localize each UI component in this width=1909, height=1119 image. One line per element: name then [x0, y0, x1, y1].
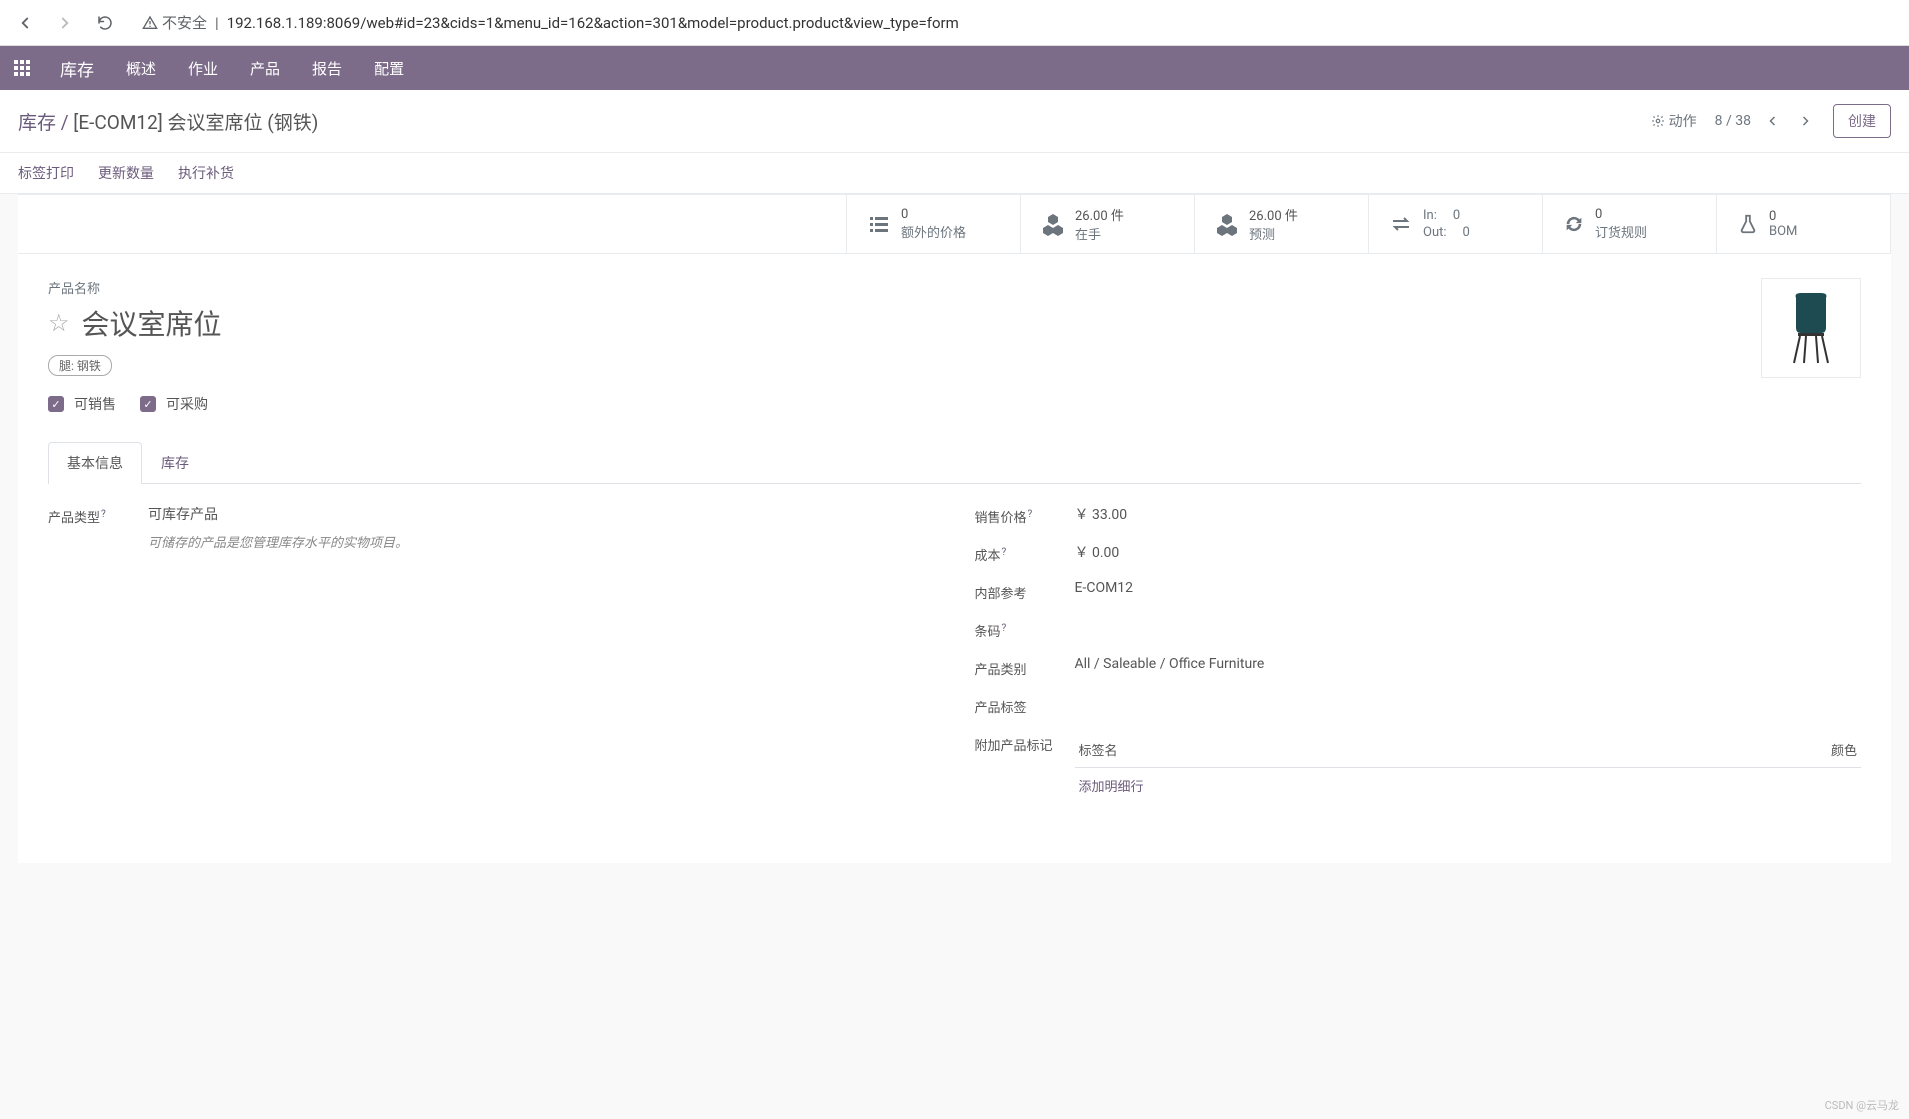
out-label: Out:: [1423, 225, 1447, 240]
refresh-icon: [1563, 213, 1585, 235]
stat-row: 0 额外的价格 26.00 件 在手 26.00 件 预测 In: 0 Out: 0: [18, 194, 1891, 254]
action-replenish[interactable]: 执行补货: [178, 163, 234, 183]
transfer-icon: [1389, 212, 1413, 236]
tabs: 基本信息 库存: [48, 442, 1861, 484]
addl-tags-table: 标签名 颜色: [1075, 732, 1862, 768]
stat-label: 预测: [1249, 224, 1298, 243]
tags-label: 产品标签: [975, 694, 1075, 716]
app-brand[interactable]: 库存: [52, 46, 102, 91]
sale-price-label: 销售价格?: [975, 504, 1075, 526]
out-value: 0: [1463, 225, 1470, 240]
sale-price-value: ￥ 33.00: [1075, 504, 1862, 524]
internal-ref-value: E-COM12: [1075, 580, 1862, 596]
stat-on-hand[interactable]: 26.00 件 在手: [1021, 194, 1195, 253]
insecure-icon: 不安全: [142, 12, 207, 33]
tab-general[interactable]: 基本信息: [48, 442, 142, 484]
can-sell-checkbox[interactable]: ✓: [48, 396, 64, 412]
stat-extra-price[interactable]: 0 额外的价格: [847, 194, 1021, 253]
control-panel: 库存 / [E-COM12] 会议室席位 (钢铁) 动作 8 / 38 创建: [0, 90, 1909, 153]
action-update-qty[interactable]: 更新数量: [98, 163, 154, 183]
apps-icon[interactable]: [8, 54, 36, 82]
product-image[interactable]: [1761, 278, 1861, 378]
help-icon[interactable]: ?: [1002, 547, 1007, 558]
stat-in-out[interactable]: In: 0 Out: 0: [1369, 194, 1543, 253]
in-label: In:: [1423, 208, 1437, 223]
tag-name-header: 标签名: [1075, 732, 1531, 768]
addl-tags-label: 附加产品标记: [975, 732, 1075, 754]
barcode-label: 条码?: [975, 618, 1075, 640]
stat-label: BOM: [1769, 224, 1797, 239]
breadcrumb-current: [E-COM12] 会议室席位 (钢铁): [73, 111, 318, 134]
stat-value: 26.00 件: [1075, 205, 1124, 224]
pager-text[interactable]: 8 / 38: [1715, 113, 1751, 129]
help-icon[interactable]: ?: [101, 509, 106, 520]
cubes-icon: [1215, 212, 1239, 236]
stat-label: 在手: [1075, 224, 1124, 243]
reload-button[interactable]: [90, 8, 120, 38]
favorite-star-icon[interactable]: ☆: [48, 309, 70, 337]
stat-label: 额外的价格: [901, 222, 966, 241]
list-icon: [867, 212, 891, 236]
stat-reorder[interactable]: 0 订货规则: [1543, 194, 1717, 253]
add-line-link[interactable]: 添加明细行: [1075, 768, 1862, 803]
product-type-hint: 可储存的产品是您管理库存水平的实物项目。: [148, 532, 935, 551]
can-purchase-label: 可采购: [166, 394, 208, 414]
internal-ref-label: 内部参考: [975, 580, 1075, 602]
nav-products[interactable]: 产品: [242, 48, 288, 89]
nav-reports[interactable]: 报告: [304, 48, 350, 89]
stat-value: 0: [901, 207, 966, 222]
action-menu[interactable]: 动作: [1651, 111, 1697, 131]
stat-bom[interactable]: 0 BOM: [1717, 194, 1891, 253]
can-purchase-checkbox[interactable]: ✓: [140, 396, 156, 412]
action-print-labels[interactable]: 标签打印: [18, 163, 74, 183]
product-type-label: 产品类型?: [48, 504, 148, 526]
flask-icon: [1737, 213, 1759, 235]
stat-label: 订货规则: [1595, 222, 1647, 241]
nav-operations[interactable]: 作业: [180, 48, 226, 89]
category-label: 产品类别: [975, 656, 1075, 678]
help-icon[interactable]: ?: [1002, 623, 1007, 634]
pager-prev[interactable]: [1763, 111, 1783, 131]
sub-actions: 标签打印 更新数量 执行补货: [0, 153, 1909, 194]
help-icon[interactable]: ?: [1028, 509, 1033, 520]
breadcrumb-root[interactable]: 库存: [18, 111, 56, 134]
insecure-label: 不安全: [162, 12, 207, 33]
pager-next[interactable]: [1795, 111, 1815, 131]
nav-overview[interactable]: 概述: [118, 48, 164, 89]
nav-config[interactable]: 配置: [366, 48, 412, 89]
cost-value: ￥ 0.00: [1075, 542, 1862, 562]
address-bar[interactable]: 不安全 | 192.168.1.189:8069/web#id=23&cids=…: [130, 6, 1899, 39]
stat-value: 0: [1769, 209, 1797, 224]
tab-inventory[interactable]: 库存: [142, 442, 208, 483]
can-sell-label: 可销售: [74, 394, 116, 414]
category-value: All / Saleable / Office Furniture: [1075, 656, 1862, 672]
cost-label: 成本?: [975, 542, 1075, 564]
in-value: 0: [1453, 208, 1460, 223]
stat-value: 0: [1595, 207, 1647, 222]
stat-spacer: [18, 194, 847, 253]
breadcrumb: 库存 / [E-COM12] 会议室席位 (钢铁): [18, 108, 318, 135]
pager: 8 / 38: [1715, 111, 1815, 131]
form-grid: 产品类型? 可库存产品 可储存的产品是您管理库存水平的实物项目。 销售价格? ￥…: [48, 484, 1861, 839]
browser-toolbar: 不安全 | 192.168.1.189:8069/web#id=23&cids=…: [0, 0, 1909, 46]
back-button[interactable]: [10, 8, 40, 38]
gear-icon: [1651, 114, 1665, 128]
create-button[interactable]: 创建: [1833, 104, 1891, 138]
form-sheet: 产品名称 ☆ 会议室席位 腿: 钢铁 ✓ 可销售 ✓ 可采购 基本信息: [18, 254, 1891, 863]
product-name: 会议室席位: [82, 303, 222, 343]
top-navbar: 库存 概述 作业 产品 报告 配置: [0, 46, 1909, 90]
url-text: 192.168.1.189:8069/web#id=23&cids=1&menu…: [227, 14, 959, 32]
cubes-icon: [1041, 212, 1065, 236]
watermark: CSDN @云马龙: [1825, 1097, 1899, 1113]
variant-tag: 腿: 钢铁: [48, 355, 112, 376]
product-type-value: 可库存产品: [148, 507, 218, 523]
stat-forecast[interactable]: 26.00 件 预测: [1195, 194, 1369, 253]
action-label: 动作: [1669, 111, 1697, 131]
forward-button[interactable]: [50, 8, 80, 38]
product-name-label: 产品名称: [48, 278, 1761, 297]
color-header: 颜色: [1531, 732, 1861, 768]
stat-value: 26.00 件: [1249, 205, 1298, 224]
